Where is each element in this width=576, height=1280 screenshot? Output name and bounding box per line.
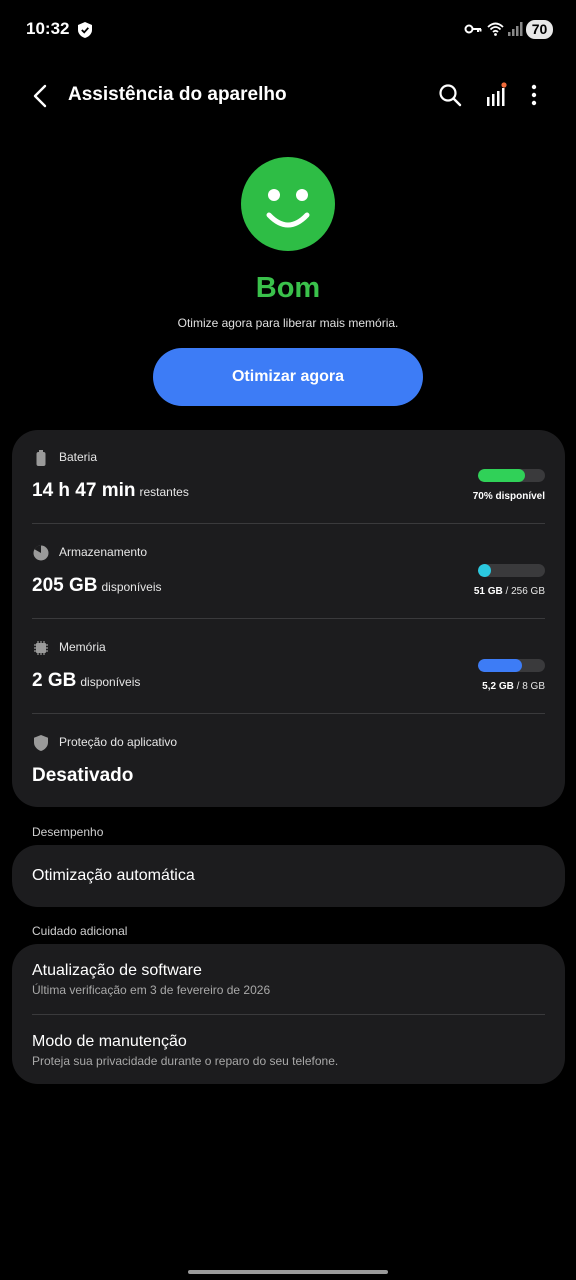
storage-row[interactable]: Armazenamento 205 GB disponíveis 51 GB / … (32, 545, 545, 620)
device-status-card: Bateria 14 h 47 min restantes 70% disponí… (12, 430, 565, 807)
battery-bar-fill (478, 469, 525, 482)
shield-icon (34, 735, 48, 751)
signal-icon (508, 22, 523, 36)
software-update-title: Atualização de software (32, 962, 202, 979)
battery-label: Bateria (59, 450, 98, 464)
app-protection-label: Proteção do aplicativo (59, 735, 178, 749)
storage-bar (478, 564, 545, 577)
optimize-now-button[interactable]: Otimizar agora (153, 348, 423, 406)
status-time: 10:32 (26, 19, 70, 38)
app-protection-row[interactable]: Proteção do aplicativo Desativado (32, 735, 545, 795)
storage-value: 205 GB disponíveis (32, 575, 162, 597)
back-button[interactable] (28, 82, 54, 110)
smiley-face-icon (241, 157, 335, 251)
storage-bar-fill (478, 564, 492, 577)
memory-caption: 5,2 GB / 8 GB (482, 681, 545, 692)
auto-optimization-item[interactable]: Otimização automática (12, 845, 565, 907)
storage-caption: 51 GB / 256 GB (473, 586, 545, 597)
home-indicator[interactable] (188, 1270, 388, 1274)
additional-care-card: Atualização de software Última verificaç… (12, 944, 565, 1084)
storage-available: 205 GB (32, 575, 98, 596)
battery-caption: 70% disponível (472, 491, 545, 502)
battery-time: 14 h 47 min (32, 480, 136, 501)
memory-value: 2 GB disponíveis (32, 670, 140, 692)
battery-level: 70 (526, 20, 553, 39)
memory-unit: disponíveis (80, 675, 141, 689)
auto-optimization-label: Otimização automática (32, 867, 195, 884)
battery-icon (36, 450, 46, 466)
software-update-subtitle: Última verificação em 3 de fevereiro de … (32, 983, 271, 997)
section-title-additional-care: Cuidado adicional (32, 924, 128, 938)
memory-row[interactable]: Memória 2 GB disponíveis 5,2 GB / 8 GB (32, 640, 545, 715)
shield-check-icon (78, 22, 92, 38)
stats-icon[interactable] (484, 82, 508, 108)
memory-bar (478, 659, 545, 672)
maintenance-mode-subtitle: Proteja sua privacidade durante o reparo… (32, 1054, 339, 1068)
divider (32, 618, 545, 619)
divider (32, 713, 545, 714)
maintenance-mode-item[interactable]: Modo de manutenção Proteja sua privacida… (12, 1015, 565, 1084)
memory-available: 2 GB (32, 670, 77, 691)
more-options-icon[interactable] (526, 83, 542, 107)
battery-unit: restantes (139, 485, 189, 499)
app-protection-value: Desativado (32, 765, 133, 787)
storage-unit: disponíveis (101, 580, 162, 594)
battery-bar (478, 469, 545, 482)
app-protection-status: Desativado (32, 765, 134, 786)
wifi-icon (487, 22, 504, 36)
storage-label: Armazenamento (59, 545, 148, 559)
search-icon[interactable] (438, 83, 462, 107)
software-update-item[interactable]: Atualização de software Última verificaç… (12, 944, 565, 1014)
pie-chart-icon (33, 545, 49, 561)
vpn-key-icon (464, 24, 482, 34)
memory-chip-icon (34, 641, 48, 655)
memory-label: Memória (59, 640, 106, 654)
battery-row[interactable]: Bateria 14 h 47 min restantes 70% disponí… (32, 450, 545, 525)
divider (32, 523, 545, 524)
device-status-label: Bom (255, 272, 321, 304)
maintenance-mode-title: Modo de manutenção (32, 1033, 187, 1050)
page-title: Assistência do aparelho (68, 84, 287, 105)
section-title-performance: Desempenho (32, 825, 104, 839)
device-status-description: Otimize agora para liberar mais memória. (177, 316, 399, 330)
battery-value: 14 h 47 min restantes (32, 480, 189, 502)
memory-bar-fill (478, 659, 522, 672)
